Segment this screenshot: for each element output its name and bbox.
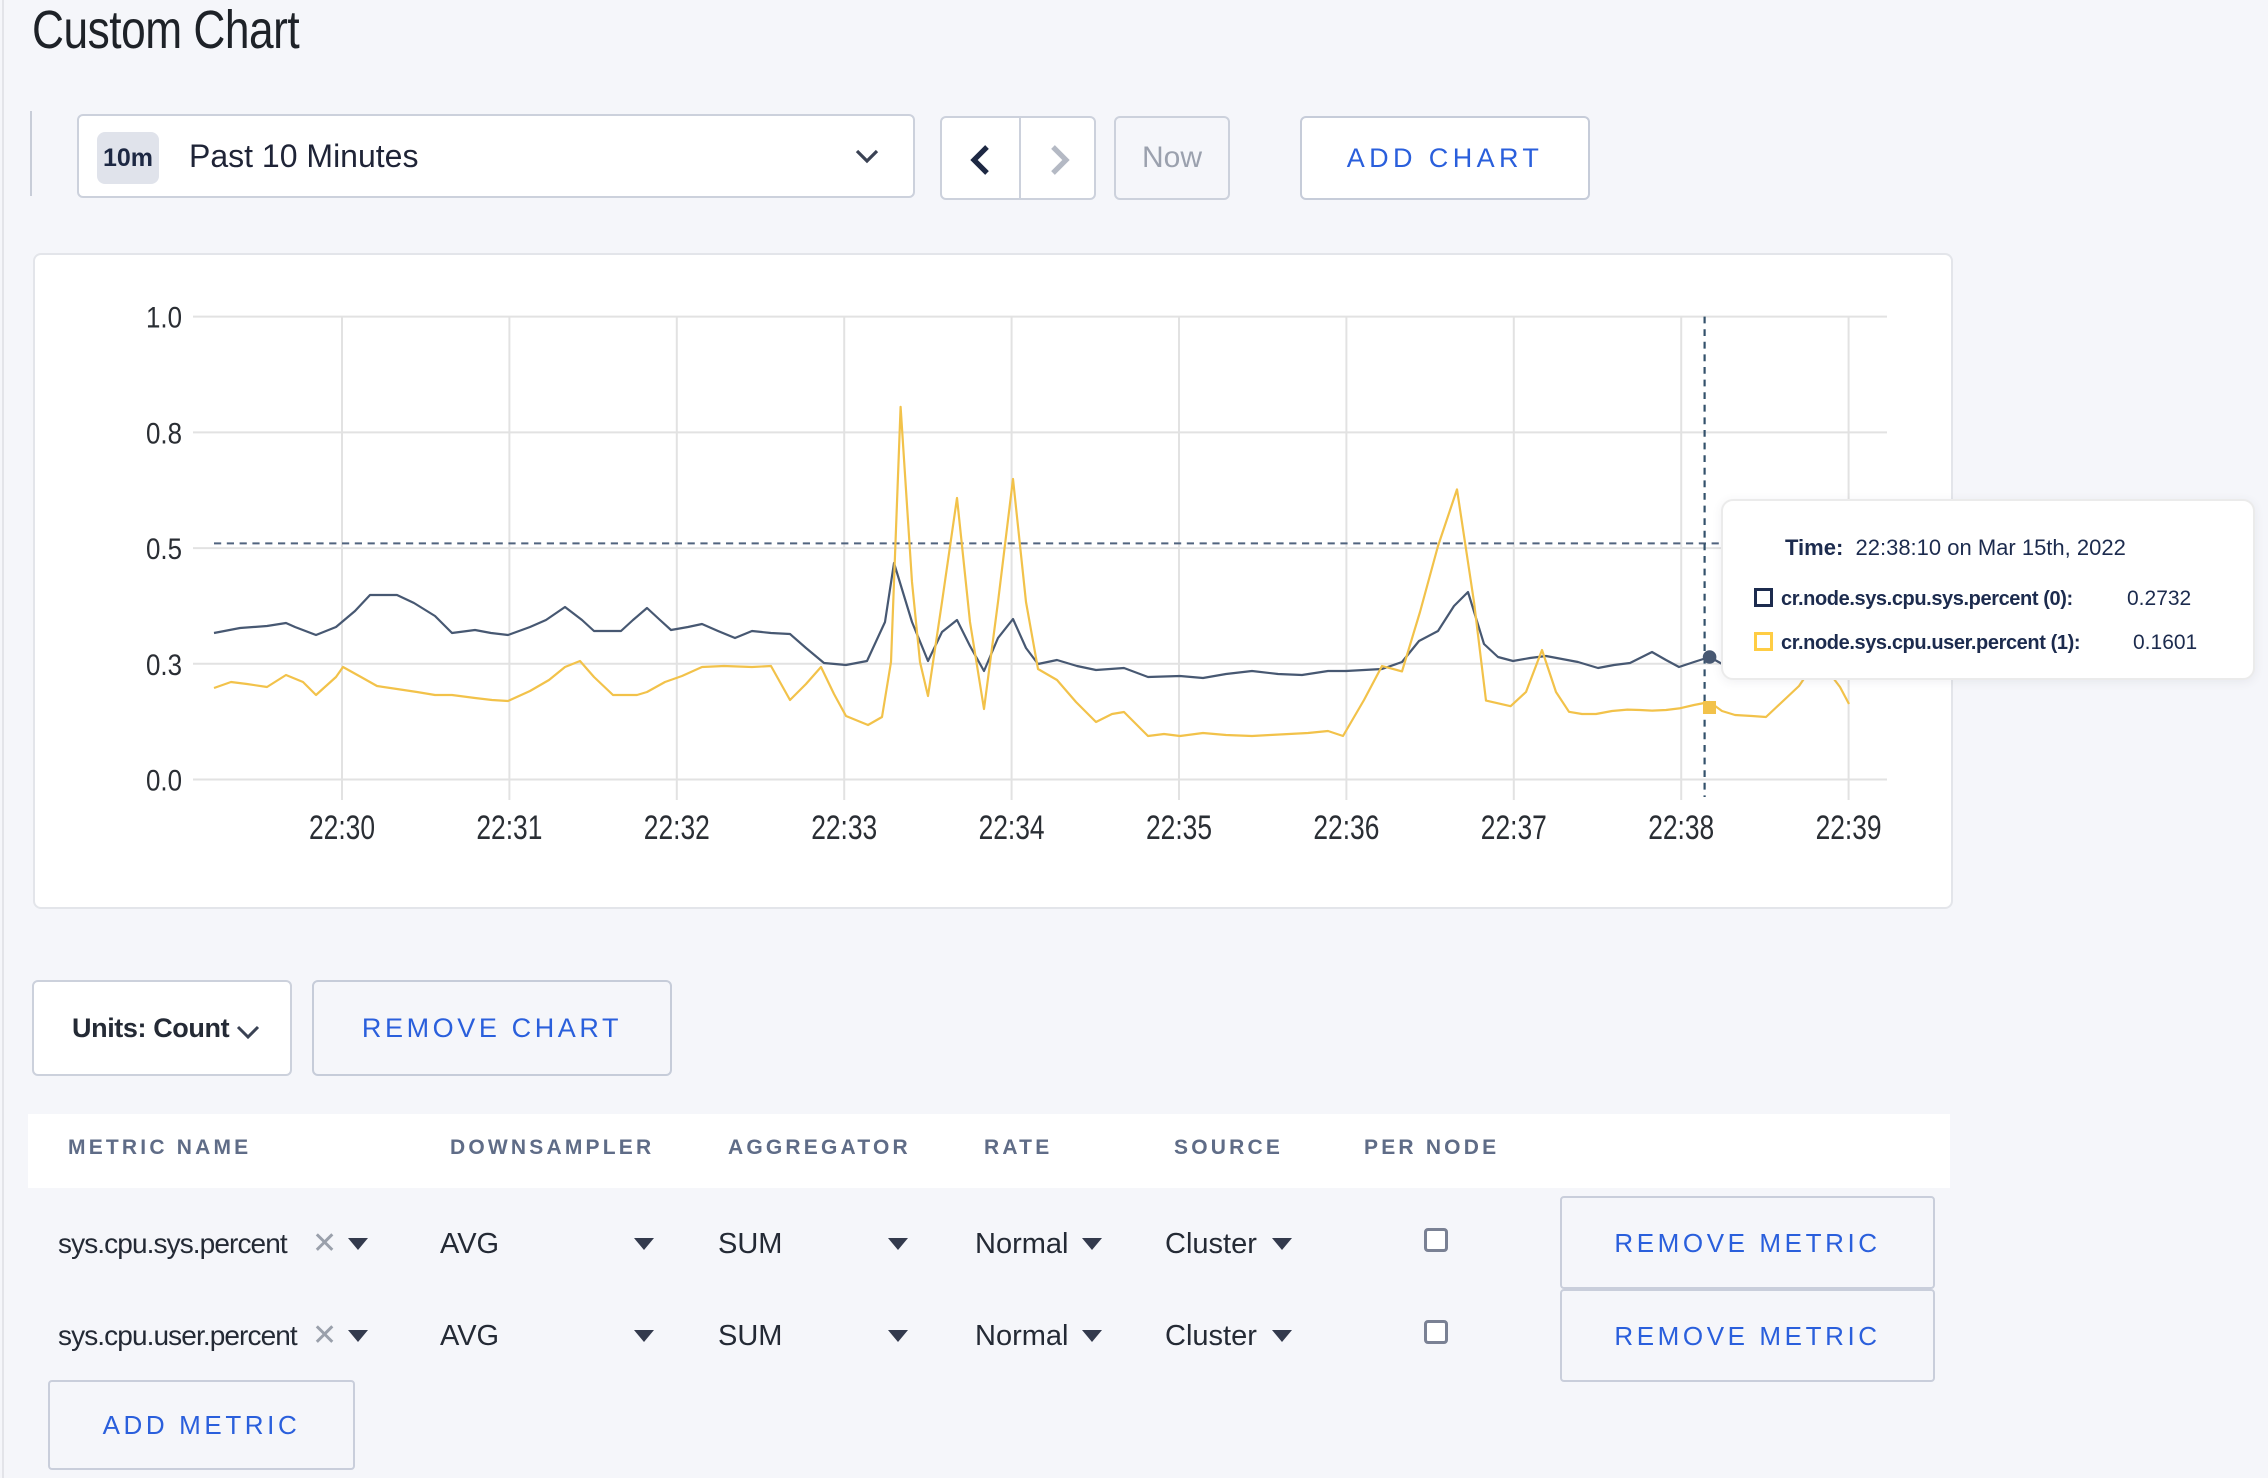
svg-text:22:34: 22:34 bbox=[979, 809, 1045, 847]
svg-text:22:39: 22:39 bbox=[1816, 809, 1882, 847]
svg-text:22:33: 22:33 bbox=[811, 809, 877, 847]
svg-text:22:37: 22:37 bbox=[1481, 809, 1547, 847]
svg-text:22:30: 22:30 bbox=[309, 809, 375, 847]
svg-text:22:36: 22:36 bbox=[1313, 809, 1379, 847]
svg-text:22:32: 22:32 bbox=[644, 809, 710, 847]
svg-text:0.8: 0.8 bbox=[146, 417, 182, 450]
svg-text:0.3: 0.3 bbox=[146, 649, 182, 682]
svg-text:22:38: 22:38 bbox=[1648, 809, 1714, 847]
svg-text:0.0: 0.0 bbox=[146, 765, 182, 798]
svg-text:0.5: 0.5 bbox=[146, 533, 182, 566]
svg-text:22:31: 22:31 bbox=[476, 809, 542, 847]
svg-text:1.0: 1.0 bbox=[146, 302, 182, 335]
svg-text:22:35: 22:35 bbox=[1146, 809, 1212, 847]
